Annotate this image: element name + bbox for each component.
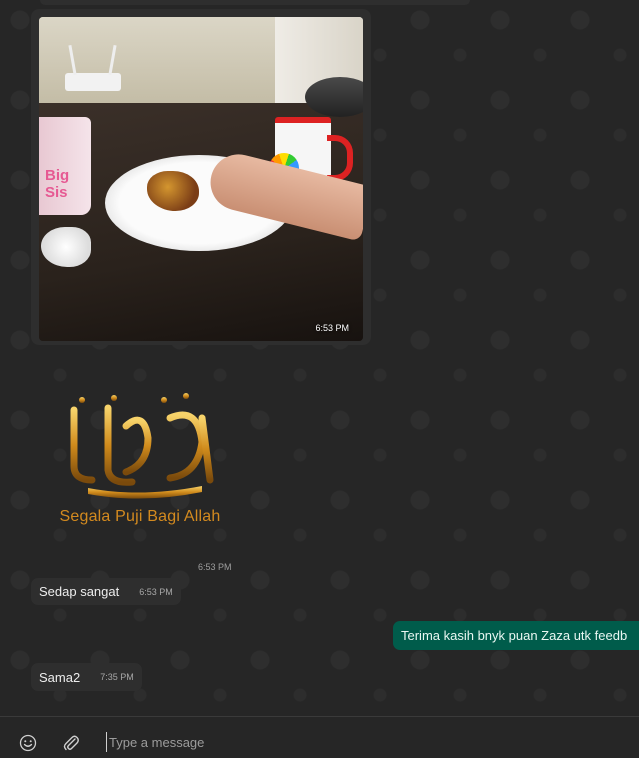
message-text: Terima kasih bnyk puan Zaza utk feedb — [401, 628, 628, 643]
previous-message-bubble — [40, 0, 470, 5]
paperclip-icon[interactable] — [62, 733, 80, 758]
image-message[interactable]: Big Sis 6:53 PM — [31, 9, 371, 345]
message-composer — [0, 716, 639, 752]
outgoing-message[interactable]: Terima kasih bnyk puan Zaza utk feedb — [393, 621, 639, 650]
message-text: Sedap sangat — [39, 584, 120, 599]
photo-mug-left: Big Sis — [39, 117, 91, 215]
mug-text: Big Sis — [45, 167, 70, 201]
incoming-message[interactable]: Sama2 7:35 PM — [31, 663, 142, 691]
photo-router — [65, 73, 121, 91]
message-text: Sama2 — [39, 669, 81, 685]
sticker-timestamp: 6:53 PM — [198, 562, 232, 572]
alhamdulillah-sticker[interactable]: Segala Puji Bagi Allah — [52, 388, 228, 526]
mug-handle — [327, 135, 353, 181]
smiley-icon[interactable] — [19, 734, 37, 757]
message-input[interactable] — [106, 732, 609, 752]
image-timestamp: 6:53 PM — [315, 323, 349, 333]
chat-panel[interactable]: Big Sis 6:53 PM Segala Puji Bagi Allah 6… — [0, 0, 639, 716]
sticker-caption: Segala Puji Bagi Allah — [59, 508, 221, 525]
incoming-message[interactable]: Sedap sangat 6:53 PM — [31, 578, 181, 605]
message-timestamp: 6:53 PM — [139, 586, 173, 597]
calligraphy-graphic — [70, 393, 214, 499]
message-timestamp: 7:35 PM — [100, 672, 134, 682]
photo-tissue — [41, 227, 91, 267]
shared-photo[interactable]: Big Sis 6:53 PM — [39, 17, 363, 341]
